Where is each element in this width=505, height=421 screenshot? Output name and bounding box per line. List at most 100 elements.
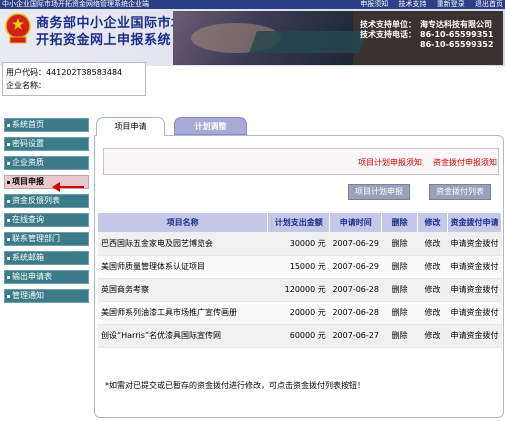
site-title-line1: 商务部中小企业国际市场 bbox=[36, 16, 185, 31]
amount-value: 20000 bbox=[289, 308, 316, 317]
bullet-icon bbox=[7, 238, 10, 241]
site-title-line2: 开拓资金网上申报系统 bbox=[36, 33, 172, 48]
delete-link[interactable]: 删除 bbox=[381, 278, 418, 302]
project-name: 英国商务考察 bbox=[98, 278, 268, 302]
national-emblem-icon bbox=[5, 13, 31, 44]
bullet-icon bbox=[7, 219, 10, 222]
project-name: 美国师质量管理体系认证项目 bbox=[98, 255, 268, 279]
date-cell: 2007-06-28 bbox=[329, 278, 382, 302]
amount-cell: 20000 元 bbox=[267, 301, 330, 325]
table-row: 美国师系列油漆工具市场推广宣传画册 20000 元 2007-06-28 删除 … bbox=[98, 301, 502, 325]
sidebar-item-label: 资金反馈列表 bbox=[12, 196, 60, 205]
table-row: 巴西国际五金家电及园艺博览会 30000 元 2007-06-29 删除 修改 … bbox=[98, 232, 502, 256]
delete-link[interactable]: 删除 bbox=[381, 232, 418, 256]
col-header-name: 项目名称 bbox=[98, 213, 269, 232]
tab-project-apply[interactable]: 项目申请 bbox=[96, 117, 165, 136]
table-row: 美国师质量管理体系认证项目 15000 元 2007-06-29 删除 修改 申… bbox=[98, 255, 502, 279]
user-info: 用户代码：441202T38583484 企业名称： bbox=[2, 62, 146, 96]
sidebar-item-qualification[interactable]: 企业资质 bbox=[4, 156, 89, 170]
amount-value: 120000 bbox=[284, 285, 316, 294]
apply-fund-link[interactable]: 申请资金拨付 bbox=[447, 324, 502, 348]
top-link-exit[interactable]: 退出首页 bbox=[475, 0, 503, 8]
edit-link[interactable]: 修改 bbox=[417, 255, 448, 279]
sidebar-item-label: 输出申请表 bbox=[12, 272, 52, 281]
sidebar-item-contact[interactable]: 联系管理部门 bbox=[4, 232, 89, 246]
top-links: 申报须知 技术支持 重新登录 退出首页 bbox=[352, 0, 503, 9]
plan-notice-link[interactable]: 项目计划申报须知 bbox=[358, 157, 422, 168]
sidebar-item-label: 在线查询 bbox=[12, 215, 44, 224]
top-link-notice[interactable]: 申报须知 bbox=[360, 0, 388, 8]
fund-notice-link[interactable]: 资金拨付申报须知 bbox=[433, 157, 497, 168]
delete-link[interactable]: 删除 bbox=[381, 324, 418, 348]
edit-link[interactable]: 修改 bbox=[417, 301, 448, 325]
site-title: 商务部中小企业国际市场 开拓资金网上申报系统 bbox=[36, 15, 185, 49]
sidebar-item-export-form[interactable]: 输出申请表 bbox=[4, 270, 89, 284]
sidebar-item-label: 项目申报 bbox=[12, 177, 44, 186]
col-header-amount: 计划支出金额 bbox=[267, 213, 331, 232]
sidebar-item-password[interactable]: 密码设置 bbox=[4, 137, 89, 151]
sidebar-item-mailbox[interactable]: 系统邮箱 bbox=[4, 251, 89, 265]
sidebar-item-label: 企业资质 bbox=[12, 158, 44, 167]
support-unit-label: 技术支持单位： bbox=[360, 20, 416, 29]
edit-link[interactable]: 修改 bbox=[417, 324, 448, 348]
table-row: 创设“Harris”名优漆具国际宣传网 60000 元 2007-06-27 删… bbox=[98, 324, 502, 348]
amount-unit: 元 bbox=[317, 308, 326, 317]
bullet-icon bbox=[7, 124, 10, 127]
delete-link[interactable]: 删除 bbox=[381, 255, 418, 279]
banner-shape bbox=[248, 31, 368, 53]
sidebar-item-home[interactable]: 系统首页 bbox=[4, 118, 89, 132]
bullet-icon bbox=[7, 143, 10, 146]
user-code-value: 441202T38583484 bbox=[46, 68, 123, 77]
amount-unit: 元 bbox=[317, 285, 326, 294]
top-link-support[interactable]: 技术支持 bbox=[399, 0, 427, 8]
project-name: 创设“Harris”名优漆具国际宣传网 bbox=[98, 324, 268, 348]
project-name: 美国师系列油漆工具市场推广宣传画册 bbox=[98, 301, 268, 325]
sidebar-item-notices[interactable]: 管理通知 bbox=[4, 289, 89, 303]
tab-plan-adjust[interactable]: 计划调整 bbox=[174, 117, 247, 135]
fund-list-button[interactable]: 资金拨付列表 bbox=[429, 184, 491, 200]
sidebar-item-fund-feedback[interactable]: 资金反馈列表 bbox=[4, 194, 89, 208]
amount-value: 60000 bbox=[289, 331, 316, 340]
sidebar-item-online-query[interactable]: 在线查询 bbox=[4, 213, 89, 227]
support-spacer bbox=[360, 40, 420, 50]
user-code-label: 用户代码： bbox=[6, 68, 46, 77]
sidebar-item-label: 系统邮箱 bbox=[12, 253, 44, 262]
project-plan-button[interactable]: 项目计划申报 bbox=[348, 184, 410, 200]
delete-link[interactable]: 删除 bbox=[381, 301, 418, 325]
apply-fund-link[interactable]: 申请资金拨付 bbox=[447, 278, 502, 302]
sidebar-item-label: 管理通知 bbox=[12, 291, 44, 300]
bullet-icon bbox=[7, 276, 10, 279]
apply-fund-link[interactable]: 申请资金拨付 bbox=[447, 301, 502, 325]
bullet-icon bbox=[7, 257, 10, 260]
apply-fund-link[interactable]: 申请资金拨付 bbox=[447, 255, 502, 279]
edit-link[interactable]: 修改 bbox=[417, 278, 448, 302]
header: 商务部中小企业国际市场 开拓资金网上申报系统 技术支持单位： 海专达科技有限公司… bbox=[0, 9, 505, 66]
support-phone-2: 86-10-65599352 bbox=[420, 40, 494, 49]
bullet-icon bbox=[7, 162, 10, 165]
support-unit-value: 海专达科技有限公司 bbox=[420, 20, 492, 29]
project-table: 项目名称 计划支出金额 申请时间 删除 修改 资金拨付申请 巴西国际五金家电及园… bbox=[98, 213, 502, 348]
amount-cell: 60000 元 bbox=[267, 324, 330, 348]
support-phone-1: 86-10-65599351 bbox=[420, 30, 494, 39]
col-header-edit: 修改 bbox=[417, 213, 449, 232]
col-header-apply: 资金拨付申请 bbox=[447, 213, 502, 232]
amount-cell: 30000 元 bbox=[267, 232, 330, 256]
col-header-delete: 删除 bbox=[381, 213, 419, 232]
amount-unit: 元 bbox=[317, 262, 326, 271]
bullet-icon bbox=[7, 200, 10, 203]
date-cell: 2007-06-28 bbox=[329, 301, 382, 325]
date-cell: 2007-06-29 bbox=[329, 232, 382, 256]
table-row: 英国商务考察 120000 元 2007-06-28 删除 修改 申请资金拨付 bbox=[98, 278, 502, 302]
sidebar-item-label: 联系管理部门 bbox=[12, 234, 60, 243]
table-header-row: 项目名称 计划支出金额 申请时间 删除 修改 资金拨付申请 bbox=[98, 213, 502, 232]
edit-link[interactable]: 修改 bbox=[417, 232, 448, 256]
main-panel: 项目计划申报须知 资金拨付申报须知 项目计划申报 资金拨付列表 项目名称 计划支… bbox=[94, 135, 504, 418]
amount-unit: 元 bbox=[317, 331, 326, 340]
system-title: 中小企业国际市场开拓资金网络管理系统企业端 bbox=[2, 0, 149, 8]
col-header-date: 申请时间 bbox=[329, 213, 383, 232]
project-name: 巴西国际五金家电及园艺博览会 bbox=[98, 232, 268, 256]
apply-fund-link[interactable]: 申请资金拨付 bbox=[447, 232, 502, 256]
top-link-relogin[interactable]: 重新登录 bbox=[437, 0, 465, 8]
footnote: *如需对已提交或已暂存的资金拨付进行修改，可点击资金拨付列表按钮！ bbox=[105, 381, 365, 390]
amount-value: 15000 bbox=[289, 262, 316, 271]
